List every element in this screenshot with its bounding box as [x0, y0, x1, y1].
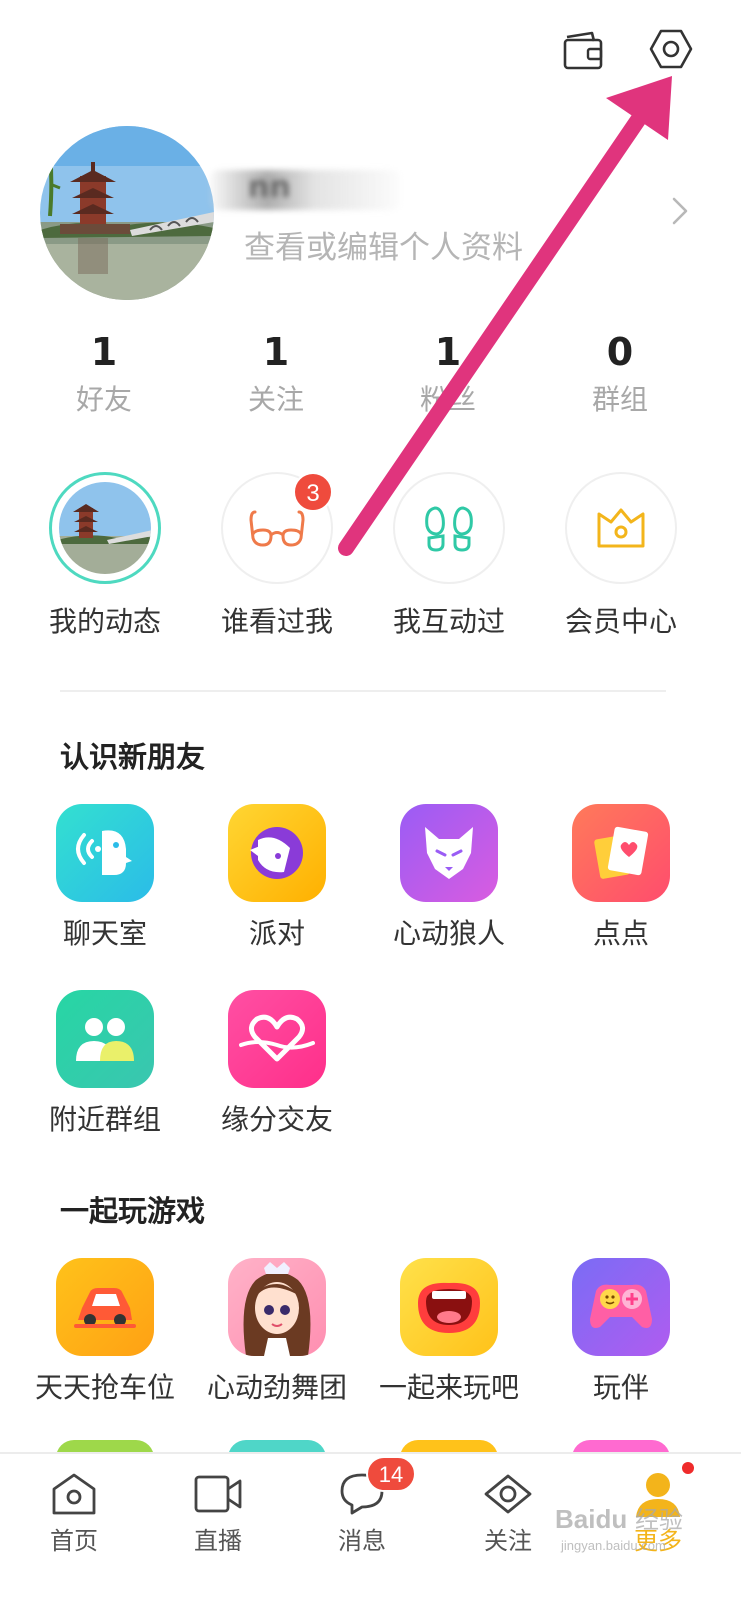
nav-messages[interactable]: 14 消息 — [288, 1456, 436, 1556]
app-parking-game[interactable]: 天天抢车位 — [20, 1258, 190, 1406]
section-title-play-games: 一起玩游戏 — [60, 1194, 206, 1228]
stat-value: 0 — [606, 330, 634, 374]
quick-action-label: 会员中心 — [564, 605, 677, 638]
app-label: 派对 — [248, 917, 305, 950]
name-redaction — [210, 170, 400, 210]
stat-label: 关注 — [247, 383, 304, 416]
app-nearby-groups[interactable]: 附近群组 — [20, 990, 190, 1138]
app-label: 点点 — [592, 917, 649, 950]
app-diandian[interactable]: 点点 — [536, 804, 706, 952]
app-label: 心动劲舞团 — [206, 1371, 347, 1404]
dancer-girl-icon — [228, 1258, 326, 1356]
gamepad-icon — [572, 1258, 670, 1356]
glasses-icon: 3 — [221, 472, 333, 584]
wallet-icon[interactable] — [560, 28, 606, 74]
heart-ribbon-icon — [228, 990, 326, 1088]
chevron-right-icon[interactable] — [668, 196, 692, 226]
stat-following[interactable]: 1 关注 — [206, 330, 346, 420]
profile-avatar[interactable] — [40, 126, 214, 300]
wolf-icon — [400, 804, 498, 902]
app-label: 玩伴 — [592, 1371, 649, 1404]
quick-action-my-posts[interactable]: 我的动态 — [20, 472, 190, 640]
eye-icon — [482, 1468, 534, 1520]
app-party[interactable]: 派对 — [192, 804, 362, 952]
notification-badge: 3 — [293, 472, 333, 512]
app-label: 天天抢车位 — [34, 1371, 175, 1404]
video-camera-icon — [192, 1468, 244, 1520]
stat-label: 粉丝 — [419, 383, 476, 416]
nav-home[interactable]: 首页 — [0, 1468, 148, 1556]
stat-label: 群组 — [591, 383, 648, 416]
message-count-badge: 14 — [366, 1456, 416, 1492]
section-divider — [60, 690, 666, 692]
nav-label: 消息 — [338, 1527, 386, 1555]
svg-text:jingyan.baidu.com: jingyan.baidu.com — [560, 1538, 666, 1553]
edit-profile-link[interactable]: 查看或编辑个人资料 — [244, 222, 523, 267]
stat-fans[interactable]: 1 粉丝 — [378, 330, 518, 420]
app-label: 心动狼人 — [392, 917, 505, 950]
quick-action-label: 我互动过 — [392, 605, 505, 638]
avatar-thumbnail-icon — [49, 472, 161, 584]
voice-chat-icon — [56, 804, 154, 902]
crown-icon — [565, 472, 677, 584]
open-mouth-icon — [400, 1258, 498, 1356]
party-face-icon — [228, 804, 326, 902]
group-people-icon — [56, 990, 154, 1088]
app-chat-room[interactable]: 聊天室 — [20, 804, 190, 952]
app-label: 缘分交友 — [220, 1103, 333, 1136]
profile-name[interactable]: nn — [210, 170, 410, 214]
baidu-jingyan-watermark-logo: Baidu 经验 jingyan.baidu.com — [555, 1498, 715, 1563]
footprints-icon — [393, 472, 505, 584]
nav-label: 直播 — [194, 1527, 242, 1555]
app-play-together[interactable]: 一起来玩吧 — [364, 1258, 534, 1406]
nav-live[interactable]: 直播 — [144, 1468, 292, 1556]
section-title-meet-friends: 认识新朋友 — [60, 740, 206, 774]
app-werewolf[interactable]: 心动狼人 — [364, 804, 534, 952]
profile-name-text: nn — [248, 170, 291, 205]
stat-groups[interactable]: 0 群组 — [550, 330, 690, 420]
red-dot-indicator — [682, 1462, 694, 1474]
car-icon — [56, 1258, 154, 1356]
pagoda-landscape-image — [40, 126, 214, 300]
quick-action-who-viewed-me[interactable]: 3 谁看过我 — [192, 472, 362, 640]
stat-value: 1 — [262, 330, 290, 374]
nav-label: 首页 — [50, 1527, 98, 1555]
settings-hexagon-icon[interactable] — [648, 26, 694, 72]
svg-text:Baidu: Baidu — [555, 1504, 627, 1534]
quick-action-label: 我的动态 — [48, 605, 161, 638]
heart-card-icon — [572, 804, 670, 902]
home-icon — [48, 1468, 100, 1520]
stat-friends[interactable]: 1 好友 — [34, 330, 174, 420]
app-label: 聊天室 — [62, 917, 147, 950]
chat-bubble-icon: 14 — [336, 1456, 416, 1520]
stat-value: 1 — [90, 330, 118, 374]
app-dance-group[interactable]: 心动劲舞团 — [192, 1258, 362, 1406]
quick-action-interacted[interactable]: 我互动过 — [364, 472, 534, 640]
app-playmate[interactable]: 玩伴 — [536, 1258, 706, 1406]
app-label: 一起来玩吧 — [378, 1371, 519, 1404]
stat-label: 好友 — [75, 383, 132, 416]
svg-text:经验: 经验 — [635, 1506, 683, 1534]
quick-action-vip-center[interactable]: 会员中心 — [536, 472, 706, 640]
app-label: 附近群组 — [48, 1103, 161, 1136]
quick-action-label: 谁看过我 — [220, 605, 333, 638]
app-fate-dating[interactable]: 缘分交友 — [192, 990, 362, 1138]
stat-value: 1 — [434, 330, 462, 374]
